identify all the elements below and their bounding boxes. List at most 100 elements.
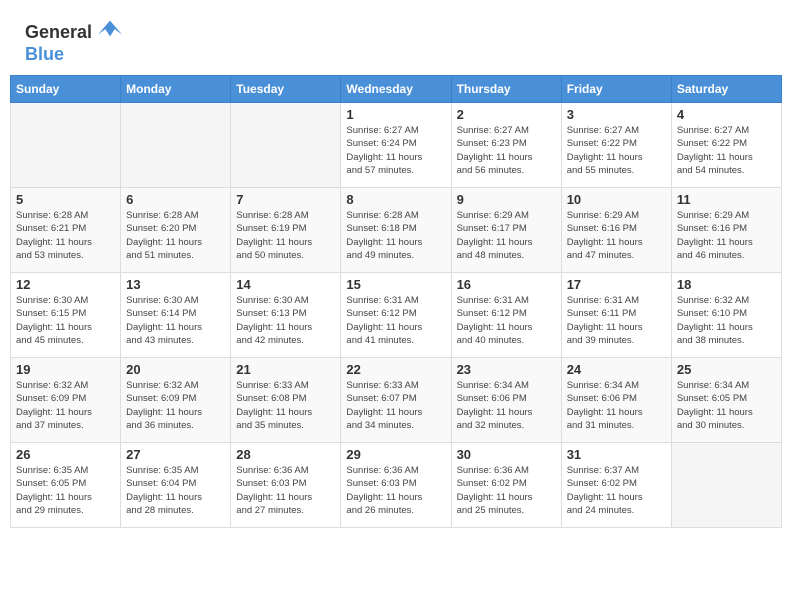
calendar-week-row: 1 Sunrise: 6:27 AM Sunset: 6:24 PM Daylig… [11,103,782,188]
day-number: 17 [567,277,666,292]
calendar-cell: 12 Sunrise: 6:30 AM Sunset: 6:15 PM Dayli… [11,273,121,358]
calendar-cell [231,103,341,188]
day-info: Sunrise: 6:28 AM Sunset: 6:21 PM Dayligh… [16,209,115,262]
day-info: Sunrise: 6:34 AM Sunset: 6:06 PM Dayligh… [567,379,666,432]
calendar-cell: 2 Sunrise: 6:27 AM Sunset: 6:23 PM Daylig… [451,103,561,188]
day-info: Sunrise: 6:36 AM Sunset: 6:03 PM Dayligh… [236,464,335,517]
day-number: 24 [567,362,666,377]
calendar-cell: 28Sunrise: 6:36 AM Sunset: 6:03 PM Dayli… [231,443,341,528]
day-info: Sunrise: 6:27 AM Sunset: 6:22 PM Dayligh… [567,124,666,177]
day-info: Sunrise: 6:28 AM Sunset: 6:20 PM Dayligh… [126,209,225,262]
column-header-friday: Friday [561,76,671,103]
calendar-cell: 19Sunrise: 6:32 AM Sunset: 6:09 PM Dayli… [11,358,121,443]
day-number: 6 [126,192,225,207]
day-number: 27 [126,447,225,462]
day-info: Sunrise: 6:33 AM Sunset: 6:07 PM Dayligh… [346,379,445,432]
calendar-cell: 3 Sunrise: 6:27 AM Sunset: 6:22 PM Daylig… [561,103,671,188]
day-info: Sunrise: 6:35 AM Sunset: 6:05 PM Dayligh… [16,464,115,517]
day-number: 2 [457,107,556,122]
calendar-cell [11,103,121,188]
day-info: Sunrise: 6:33 AM Sunset: 6:08 PM Dayligh… [236,379,335,432]
calendar-cell: 20 Sunrise: 6:32 AM Sunset: 6:09 PM Dayli… [121,358,231,443]
day-number: 29 [346,447,445,462]
day-number: 1 [346,107,445,122]
day-number: 25 [677,362,776,377]
day-number: 21 [236,362,335,377]
day-number: 23 [457,362,556,377]
day-info: Sunrise: 6:30 AM Sunset: 6:13 PM Dayligh… [236,294,335,347]
column-header-sunday: Sunday [11,76,121,103]
calendar-table: SundayMondayTuesdayWednesdayThursdayFrid… [10,75,782,528]
day-number: 31 [567,447,666,462]
day-info: Sunrise: 6:32 AM Sunset: 6:09 PM Dayligh… [126,379,225,432]
calendar-cell: 27 Sunrise: 6:35 AM Sunset: 6:04 PM Dayli… [121,443,231,528]
day-info: Sunrise: 6:30 AM Sunset: 6:14 PM Dayligh… [126,294,225,347]
calendar-cell: 22 Sunrise: 6:33 AM Sunset: 6:07 PM Dayli… [341,358,451,443]
calendar-cell: 24 Sunrise: 6:34 AM Sunset: 6:06 PM Dayli… [561,358,671,443]
calendar-cell: 17 Sunrise: 6:31 AM Sunset: 6:11 PM Dayli… [561,273,671,358]
calendar-cell: 10Sunrise: 6:29 AM Sunset: 6:16 PM Dayli… [561,188,671,273]
day-info: Sunrise: 6:29 AM Sunset: 6:17 PM Dayligh… [457,209,556,262]
day-info: Sunrise: 6:31 AM Sunset: 6:11 PM Dayligh… [567,294,666,347]
calendar-cell: 5 Sunrise: 6:28 AM Sunset: 6:21 PM Daylig… [11,188,121,273]
calendar-cell: 1 Sunrise: 6:27 AM Sunset: 6:24 PM Daylig… [341,103,451,188]
day-info: Sunrise: 6:28 AM Sunset: 6:18 PM Dayligh… [346,209,445,262]
column-header-wednesday: Wednesday [341,76,451,103]
day-info: Sunrise: 6:28 AM Sunset: 6:19 PM Dayligh… [236,209,335,262]
day-number: 16 [457,277,556,292]
day-info: Sunrise: 6:31 AM Sunset: 6:12 PM Dayligh… [457,294,556,347]
day-number: 13 [126,277,225,292]
day-number: 8 [346,192,445,207]
calendar-cell: 26 Sunrise: 6:35 AM Sunset: 6:05 PM Dayli… [11,443,121,528]
column-header-thursday: Thursday [451,76,561,103]
day-number: 15 [346,277,445,292]
day-info: Sunrise: 6:27 AM Sunset: 6:24 PM Dayligh… [346,124,445,177]
calendar-header-row: SundayMondayTuesdayWednesdayThursdayFrid… [11,76,782,103]
calendar-cell [121,103,231,188]
day-info: Sunrise: 6:31 AM Sunset: 6:12 PM Dayligh… [346,294,445,347]
day-info: Sunrise: 6:32 AM Sunset: 6:10 PM Dayligh… [677,294,776,347]
day-info: Sunrise: 6:27 AM Sunset: 6:22 PM Dayligh… [677,124,776,177]
calendar-cell: 9 Sunrise: 6:29 AM Sunset: 6:17 PM Daylig… [451,188,561,273]
logo-blue: Blue [25,44,64,64]
day-info: Sunrise: 6:37 AM Sunset: 6:02 PM Dayligh… [567,464,666,517]
day-info: Sunrise: 6:29 AM Sunset: 6:16 PM Dayligh… [567,209,666,262]
calendar-cell: 21 Sunrise: 6:33 AM Sunset: 6:08 PM Dayli… [231,358,341,443]
day-number: 22 [346,362,445,377]
day-number: 7 [236,192,335,207]
calendar-cell: 8 Sunrise: 6:28 AM Sunset: 6:18 PM Daylig… [341,188,451,273]
day-info: Sunrise: 6:34 AM Sunset: 6:06 PM Dayligh… [457,379,556,432]
column-header-tuesday: Tuesday [231,76,341,103]
calendar-cell: 30Sunrise: 6:36 AM Sunset: 6:02 PM Dayli… [451,443,561,528]
calendar-cell: 23 Sunrise: 6:34 AM Sunset: 6:06 PM Dayli… [451,358,561,443]
calendar-week-row: 19 Sunrise: 6:32 AM Sunset: 6:09 PM Dayli… [11,358,782,443]
day-number: 18 [677,277,776,292]
calendar-cell: 4Sunrise: 6:27 AM Sunset: 6:22 PM Daylig… [671,103,781,188]
day-info: Sunrise: 6:27 AM Sunset: 6:23 PM Dayligh… [457,124,556,177]
day-number: 5 [16,192,115,207]
calendar-cell [671,443,781,528]
calendar-week-row: 12 Sunrise: 6:30 AM Sunset: 6:15 PM Dayli… [11,273,782,358]
day-info: Sunrise: 6:34 AM Sunset: 6:05 PM Dayligh… [677,379,776,432]
day-number: 3 [567,107,666,122]
day-number: 30 [457,447,556,462]
column-header-monday: Monday [121,76,231,103]
calendar-cell: 6 Sunrise: 6:28 AM Sunset: 6:20 PM Daylig… [121,188,231,273]
day-number: 12 [16,277,115,292]
calendar-cell: 25 Sunrise: 6:34 AM Sunset: 6:05 PM Dayli… [671,358,781,443]
day-number: 20 [126,362,225,377]
day-info: Sunrise: 6:30 AM Sunset: 6:15 PM Dayligh… [16,294,115,347]
logo-icon [96,16,124,44]
day-info: Sunrise: 6:35 AM Sunset: 6:04 PM Dayligh… [126,464,225,517]
calendar-cell: 15 Sunrise: 6:31 AM Sunset: 6:12 PM Dayli… [341,273,451,358]
logo-general: General [25,22,92,43]
calendar-cell: 14 Sunrise: 6:30 AM Sunset: 6:13 PM Dayli… [231,273,341,358]
calendar-cell: 13 Sunrise: 6:30 AM Sunset: 6:14 PM Dayli… [121,273,231,358]
day-number: 26 [16,447,115,462]
day-number: 14 [236,277,335,292]
calendar-cell: 7 Sunrise: 6:28 AM Sunset: 6:19 PM Daylig… [231,188,341,273]
day-number: 9 [457,192,556,207]
day-info: Sunrise: 6:29 AM Sunset: 6:16 PM Dayligh… [677,209,776,262]
day-number: 19 [16,362,115,377]
calendar-cell: 11Sunrise: 6:29 AM Sunset: 6:16 PM Dayli… [671,188,781,273]
